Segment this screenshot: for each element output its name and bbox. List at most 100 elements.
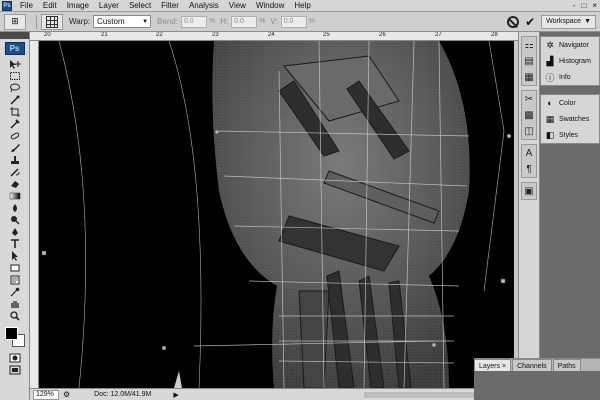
ruler-label: 26 xyxy=(379,32,386,38)
notes-tool-icon[interactable] xyxy=(2,274,28,285)
options-bar: ⊞ Warp: Custom ▼ Bend: 0.0 % H: 0.0 % V:… xyxy=(0,12,600,32)
warp-label: Warp: xyxy=(69,17,91,26)
clone-source-icon[interactable]: ▣ xyxy=(522,183,536,199)
warp-mode-toggle[interactable] xyxy=(41,13,63,30)
tab-layers-label: Layers xyxy=(479,362,501,370)
bend-input[interactable]: 0.0 xyxy=(180,15,207,28)
chevron-down-icon: ▼ xyxy=(142,18,149,25)
document-window: 20 21 22 23 24 25 26 27 28 129% ⚙ Doc: 1… xyxy=(30,32,518,400)
styles-icon: ◧ xyxy=(545,129,555,140)
adjustments-icon[interactable]: ◫ xyxy=(522,123,536,139)
eraser-tool-icon[interactable] xyxy=(2,178,28,189)
quick-mask-icon[interactable] xyxy=(2,352,28,363)
ruler-label: 27 xyxy=(435,32,442,38)
tab-channels-label: Channels xyxy=(517,362,547,370)
panel-info[interactable]: ⓘ Info xyxy=(541,69,599,85)
canvas[interactable] xyxy=(39,41,514,388)
character-icon[interactable]: A xyxy=(522,145,536,161)
menu-edit[interactable]: Edit xyxy=(38,0,62,12)
minimize-button[interactable]: - xyxy=(573,1,576,11)
gradient-tool-icon[interactable] xyxy=(2,190,28,201)
brushes-icon[interactable]: ⚏ xyxy=(522,37,536,53)
crop-tool-icon[interactable] xyxy=(2,106,28,117)
menu-filter[interactable]: Filter xyxy=(156,0,184,12)
foreground-color-swatch[interactable] xyxy=(4,327,18,340)
path-selection-tool-icon[interactable] xyxy=(2,250,28,261)
tab-channels[interactable]: Channels xyxy=(512,359,552,371)
chevron-down-icon: ▼ xyxy=(584,18,591,25)
swatches-icon: ▦ xyxy=(545,113,555,124)
horizontal-ruler[interactable]: 20 21 22 23 24 25 26 27 28 xyxy=(30,32,518,41)
ruler-label: 21 xyxy=(101,32,108,38)
eyedropper-tool-icon[interactable] xyxy=(2,118,28,129)
paragraph-icon[interactable]: ¶ xyxy=(522,161,536,177)
history-brush-tool-icon[interactable] xyxy=(2,166,28,177)
status-arrow-icon[interactable]: ▶ xyxy=(173,391,178,399)
document-info: Doc: 12.0M/41.9M xyxy=(94,391,152,398)
screen-mode-icon[interactable] xyxy=(2,364,28,375)
brush-tool-icon[interactable] xyxy=(2,142,28,153)
maximize-button[interactable]: □ xyxy=(581,1,586,11)
layer-comps-icon[interactable]: ▦ xyxy=(522,69,536,85)
strip-group-1: ⚏ ▤ ▦ xyxy=(521,36,537,86)
clone-stamp-tool-icon[interactable] xyxy=(2,154,28,165)
panel-info-label: Info xyxy=(559,73,571,81)
navigator-icon: ✲ xyxy=(546,39,554,50)
h-distortion-input[interactable]: 0.0 xyxy=(231,15,258,28)
hand-tool-icon[interactable] xyxy=(2,298,28,309)
history-icon[interactable]: ▩ xyxy=(522,107,536,123)
shape-tool-icon[interactable] xyxy=(2,262,28,273)
menu-view[interactable]: View xyxy=(224,0,251,12)
zoom-tool-icon[interactable] xyxy=(2,310,28,321)
move-tool-icon[interactable] xyxy=(2,58,28,69)
marquee-tool-icon[interactable] xyxy=(2,70,28,81)
menu-layer[interactable]: Layer xyxy=(94,0,124,12)
panel-color[interactable]: ◐ Color xyxy=(541,95,599,111)
healing-brush-tool-icon[interactable] xyxy=(2,130,28,141)
menu-help[interactable]: Help xyxy=(289,0,315,12)
close-icon[interactable]: × xyxy=(502,363,506,370)
menu-image[interactable]: Image xyxy=(62,0,94,12)
close-button[interactable]: × xyxy=(592,1,597,11)
panel-histogram-label: Histogram xyxy=(559,57,591,65)
tab-paths[interactable]: Paths xyxy=(552,359,581,371)
panel-histogram[interactable]: ▟ Histogram xyxy=(541,53,599,69)
tab-paths-label: Paths xyxy=(557,362,576,370)
docked-panels: ✲ Navigator ▟ Histogram ⓘ Info ◐ Color ▦… xyxy=(540,32,600,400)
warp-tool-icon: ⊞ xyxy=(11,16,19,26)
tool-preset-picker[interactable]: ⊞ xyxy=(4,13,26,30)
menu-select[interactable]: Select xyxy=(124,0,156,12)
blur-tool-icon[interactable] xyxy=(2,202,28,213)
h-percent: % xyxy=(259,18,266,25)
menu-window[interactable]: Window xyxy=(251,0,289,12)
tools-panel-header[interactable] xyxy=(0,32,29,39)
tool-presets-icon[interactable]: ▤ xyxy=(522,53,536,69)
window-controls: - □ × xyxy=(573,1,600,11)
type-tool-icon[interactable] xyxy=(2,238,28,249)
panel-navigator[interactable]: ✲ Navigator xyxy=(541,37,599,53)
actions-icon[interactable]: ✂ xyxy=(522,91,536,107)
tab-layers[interactable]: Layers × xyxy=(474,359,512,371)
quick-selection-tool-icon[interactable] xyxy=(2,94,28,105)
menu-file[interactable]: File xyxy=(15,0,38,12)
strip-group-4: ▣ xyxy=(521,182,537,200)
status-menu-icon[interactable]: ⚙ xyxy=(63,390,70,399)
zoom-level-field[interactable]: 129% xyxy=(33,389,59,400)
panel-styles[interactable]: ◧ Styles xyxy=(541,127,599,143)
panel-icon-strip: ⚏ ▤ ▦ ✂ ▩ ◫ A ¶ ▣ xyxy=(518,32,540,400)
menu-analysis[interactable]: Analysis xyxy=(184,0,224,12)
v-distortion-input[interactable]: 0.0 xyxy=(280,15,307,28)
warp-style-select[interactable]: Custom ▼ xyxy=(93,15,152,28)
vertical-ruler[interactable] xyxy=(30,41,39,388)
eyedropper-alt-tool-icon[interactable] xyxy=(2,286,28,297)
color-swatches[interactable] xyxy=(3,325,27,347)
dodge-tool-icon[interactable] xyxy=(2,214,28,225)
panel-color-label: Color xyxy=(559,99,576,107)
commit-transform-icon[interactable]: ✔ xyxy=(525,16,535,28)
workspace-button[interactable]: Workspace ▼ xyxy=(541,14,596,29)
lasso-tool-icon[interactable] xyxy=(2,82,28,93)
panel-swatches[interactable]: ▦ Swatches xyxy=(541,111,599,127)
info-icon: ⓘ xyxy=(545,72,555,83)
cancel-transform-icon[interactable] xyxy=(507,15,520,28)
pen-tool-icon[interactable] xyxy=(2,226,28,237)
